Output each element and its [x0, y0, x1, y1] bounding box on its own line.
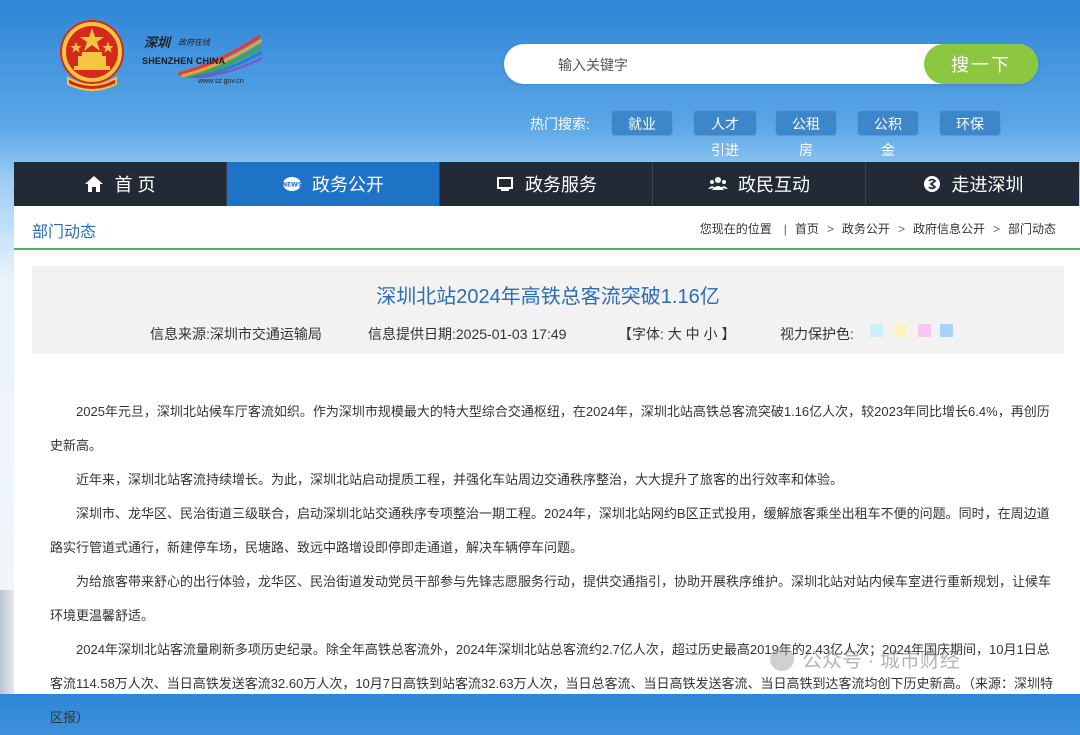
logo-url-text: www.sz.gov.cn — [198, 78, 244, 85]
hot-tag-environment[interactable]: 环保 — [939, 110, 1001, 136]
nav-item-label: 政务公开 — [312, 175, 384, 195]
eye-care-swatch-blue[interactable] — [940, 324, 953, 337]
nav-item-interaction[interactable]: 政民互动 — [653, 162, 866, 206]
font-size-controls[interactable]: 【字体: 大 中 小 】 — [618, 324, 735, 344]
left-edge-decoration — [0, 590, 14, 694]
breadcrumb: 您现在的位置 | 首页 > 政务公开 > 政府信息公开 > 部门动态 — [700, 220, 1056, 237]
watermark-text: 公众号 · 城市财经 — [802, 650, 960, 672]
article-paragraph: 2025年元旦，深圳北站候车厅客流如织。作为深圳市规模最大的特大型综合交通枢纽，… — [50, 404, 1050, 453]
article-source: 信息来源:深圳市交通运输局 — [150, 326, 322, 342]
breadcrumb-gov-affairs[interactable]: 政务公开 — [842, 220, 890, 237]
hot-search-label: 热门搜索: — [530, 116, 590, 132]
article-title: 深圳北站2024年高铁总客流突破1.16亿 — [376, 286, 720, 308]
site-header: 深圳 政府在线 SHENZHEN CHINA www.sz.gov.cn 搜一下… — [0, 0, 1080, 162]
breadcrumb-separator: > — [992, 221, 1000, 236]
home-icon — [85, 176, 104, 192]
breadcrumb-separator: | — [783, 221, 787, 236]
breadcrumb-separator: > — [826, 221, 834, 236]
breadcrumb-separator: > — [897, 221, 905, 236]
nav-item-home[interactable]: 首 页 — [14, 162, 227, 206]
search-button[interactable]: 搜一下 — [924, 44, 1038, 84]
article-body: 2025年元旦，深圳北站候车厅客流如织。作为深圳市规模最大的特大型综合交通枢纽，… — [50, 395, 1056, 735]
people-icon — [708, 177, 728, 190]
monitor-icon — [497, 177, 513, 191]
wechat-icon — [770, 646, 794, 671]
eye-care-swatch-pink[interactable] — [918, 324, 931, 337]
watermark: 公众号 · 城市财经 — [770, 644, 960, 673]
nav-item-label: 政务服务 — [525, 175, 597, 195]
nav-item-shenzhen[interactable]: 走进深圳 — [866, 162, 1079, 206]
logo-cn-sub-text: 政府在线 — [178, 38, 210, 47]
main-nav: 首 页 NEWS 政务公开 政务服务 政民互动 走进深圳 — [14, 162, 1080, 206]
nav-item-label: 政民互动 — [738, 175, 810, 195]
article-container: 深圳北站2024年高铁总客流突破1.16亿 信息来源:深圳市交通运输局 信息提供… — [14, 250, 1080, 725]
svg-text:NEWS: NEWS — [282, 182, 302, 189]
hot-tag-jobs[interactable]: 就业 — [611, 110, 673, 136]
article-date: 信息提供日期:2025-01-03 17:49 — [368, 326, 567, 342]
nav-item-gov-service[interactable]: 政务服务 — [440, 162, 653, 206]
eye-care-swatch-cyan[interactable] — [870, 324, 883, 337]
breadcrumb-dept-news[interactable]: 部门动态 — [1008, 220, 1056, 237]
logo-en-text: SHENZHEN CHINA — [142, 56, 226, 66]
eye-care-label: 视力保护色: — [780, 326, 854, 342]
search-box: 搜一下 — [504, 44, 1038, 84]
nav-item-gov-affairs[interactable]: NEWS 政务公开 — [227, 162, 440, 206]
breadcrumb-info-disclosure[interactable]: 政府信息公开 — [913, 220, 985, 237]
hot-tag-talent[interactable]: 人才引进 — [693, 110, 757, 158]
nav-item-label: 走进深圳 — [951, 175, 1024, 195]
article-paragraph: 近年来，深圳北站客流持续增长。为此，深圳北站启动提质工程，并强化车站周边交通秩序… — [76, 472, 844, 487]
article-header: 深圳北站2024年高铁总客流突破1.16亿 信息来源:深圳市交通运输局 信息提供… — [32, 266, 1064, 354]
info-icon — [923, 176, 940, 192]
shenzhen-logo[interactable]: 深圳 政府在线 SHENZHEN CHINA www.sz.gov.cn — [138, 26, 262, 92]
article-paragraph: 为给旅客带来舒心的出行体验，龙华区、民治街道发动党员干部参与先锋志愿服务行动，提… — [50, 574, 1052, 623]
national-emblem-icon — [60, 20, 124, 91]
hot-tag-housing[interactable]: 公租房 — [775, 110, 837, 158]
breadcrumb-bar: 部门动态 您现在的位置 | 首页 > 政务公开 > 政府信息公开 > 部门动态 — [14, 206, 1080, 250]
article-paragraph: 深圳市、龙华区、民治街道三级联合，启动深圳北站交通秩序专项整治一期工程。2024… — [50, 506, 1050, 555]
section-title: 部门动态 — [32, 224, 97, 241]
eye-care-swatch-yellow[interactable] — [894, 324, 907, 337]
search-input[interactable] — [556, 52, 920, 78]
breadcrumb-home[interactable]: 首页 — [795, 220, 819, 237]
logo-cn-text: 深圳 — [144, 36, 171, 51]
nav-item-label: 首 页 — [114, 175, 156, 195]
hot-tag-fund[interactable]: 公积金 — [857, 110, 919, 158]
news-icon: NEWS — [282, 177, 302, 191]
breadcrumb-lead: 您现在的位置 — [699, 222, 772, 236]
